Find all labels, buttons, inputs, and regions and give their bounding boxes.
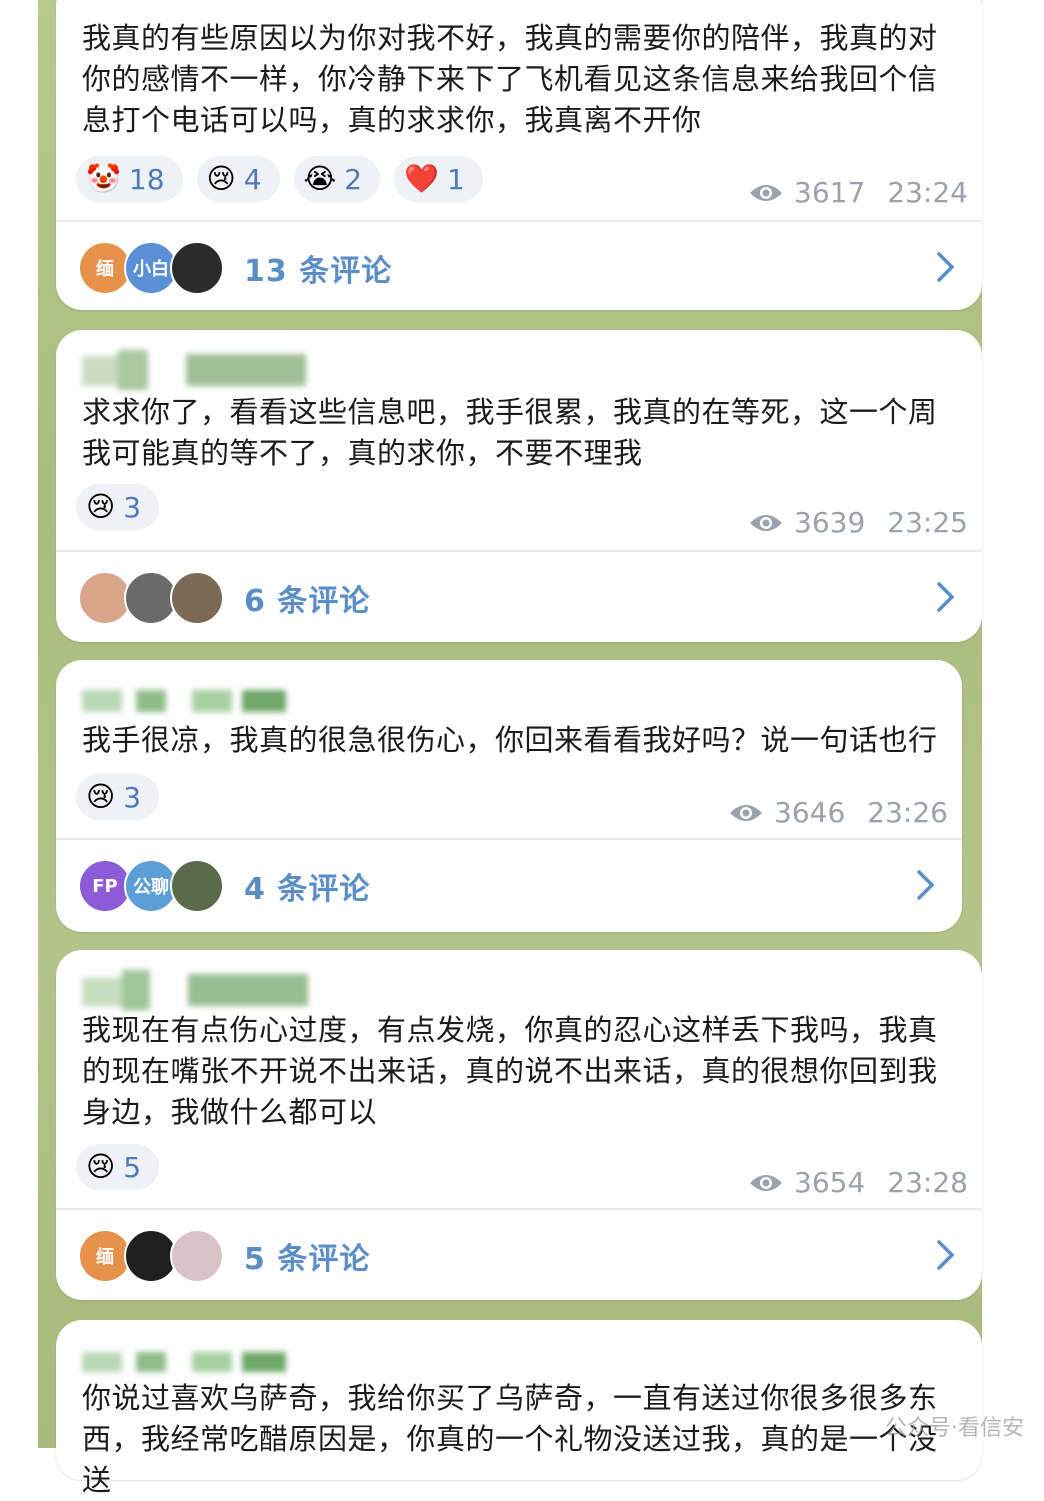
comment-count: 5 条评论 (244, 1242, 371, 1277)
reaction-heart[interactable]: ❤️ 1 (394, 156, 483, 202)
reaction-count: 18 (128, 162, 165, 196)
reaction-bar: 😢 5 (76, 1144, 160, 1190)
post-time: 23:24 (887, 176, 968, 209)
comment-count: 4 条评论 (244, 872, 371, 907)
comment-count: 6 条评论 (244, 584, 371, 619)
reaction-clown[interactable]: 🤡 18 (76, 156, 183, 202)
watermark: 公众号·看信安 (885, 1416, 1024, 1441)
divider (56, 220, 982, 222)
divider (56, 1208, 982, 1210)
chevron-right-icon (937, 252, 955, 282)
reaction-count: 5 (123, 1150, 142, 1184)
crying-emoji-icon: 😢 (206, 162, 236, 195)
post-time: 23:28 (887, 1166, 968, 1199)
view-count: 3654 (794, 1166, 866, 1199)
channel-post: 我真的有些原因以为你对我不好，我真的需要你的陪伴，我真的对你的感情不一样，你冷静… (56, 0, 982, 310)
reaction-cry[interactable]: 😢 3 (76, 774, 160, 820)
channel-post: 我手很凉，我真的很急很伤心，你回来看看我好吗？说一句话也行 😢 3 3646 23… (56, 660, 962, 932)
post-message: 你说过喜欢乌萨奇，我给你买了乌萨奇，一直有送过你很多很多东西，我经常吃醋原因是，… (82, 1381, 938, 1497)
reaction-bar: 😢 3 (76, 774, 160, 820)
view-count: 3646 (774, 796, 846, 829)
post-time: 23:25 (887, 506, 968, 539)
reaction-count: 2 (344, 162, 363, 196)
comment-count: 13 条评论 (244, 254, 393, 289)
eye-icon (750, 1174, 783, 1191)
commenter-avatars (78, 571, 224, 625)
divider (56, 550, 982, 552)
reaction-bar: 😢 3 (76, 484, 160, 530)
channel-post: 我现在有点伤心过度，有点发烧，你真的忍心这样丢下我吗，我真的现在嘴张不开说不出来… (56, 950, 982, 1300)
reaction-count: 3 (123, 490, 142, 524)
reaction-sob[interactable]: 😭 2 (293, 156, 381, 202)
chevron-right-icon (937, 582, 955, 612)
post-time: 23:26 (867, 796, 948, 829)
post-message: 我手很凉，我真的很急很伤心，你回来看看我好吗？说一句话也行 (82, 723, 938, 757)
post-message: 我真的有些原因以为你对我不好，我真的需要你的陪伴，我真的对你的感情不一样，你冷静… (82, 21, 938, 137)
reaction-cry[interactable]: 😢 3 (76, 484, 160, 530)
avatar (170, 241, 224, 295)
sender-name-blurred (82, 970, 308, 1010)
view-count: 3639 (794, 506, 866, 539)
commenter-avatars: FP 公聊 (78, 859, 224, 913)
heart-emoji-icon: ❤️ (404, 162, 439, 195)
commenter-avatars: 缅 (78, 1229, 224, 1283)
comments-link[interactable]: 缅 5 条评论 (56, 1224, 982, 1284)
reaction-cry[interactable]: 😢 5 (76, 1144, 160, 1190)
channel-post: 你说过喜欢乌萨奇，我给你买了乌萨奇，一直有送过你很多很多东西，我经常吃醋原因是，… (56, 1320, 982, 1497)
sender-name-blurred (82, 350, 306, 390)
crying-emoji-icon: 😢 (86, 490, 116, 523)
crying-emoji-icon: 😢 (86, 1150, 116, 1183)
eye-icon (730, 804, 763, 821)
view-count: 3617 (794, 176, 866, 209)
post-meta: 3654 23:28 (748, 1166, 968, 1199)
avatar (170, 859, 224, 913)
sobbing-emoji-icon: 😭 (303, 162, 337, 195)
eye-icon (750, 184, 783, 201)
post-message: 我现在有点伤心过度，有点发烧，你真的忍心这样丢下我吗，我真的现在嘴张不开说不出来… (82, 1013, 938, 1129)
channel-post: 求求你了，看看这些信息吧，我手很累，我真的在等死，这一个周我可能真的等不了，真的… (56, 330, 982, 642)
reaction-count: 4 (243, 162, 262, 196)
comments-link[interactable]: 6 条评论 (56, 566, 982, 626)
clown-emoji-icon: 🤡 (86, 162, 121, 195)
comments-link[interactable]: FP 公聊 4 条评论 (56, 854, 962, 914)
post-message: 求求你了，看看这些信息吧，我手很累，我真的在等死，这一个周我可能真的等不了，真的… (82, 395, 938, 470)
commenter-avatars: 缅 小白 (78, 241, 224, 295)
post-meta: 3639 23:25 (748, 506, 968, 539)
divider (56, 838, 962, 840)
post-meta: 3617 23:24 (748, 176, 968, 209)
chevron-right-icon (937, 1240, 955, 1270)
crying-emoji-icon: 😢 (86, 780, 116, 813)
comments-link[interactable]: 缅 小白 13 条评论 (56, 236, 982, 296)
avatar (170, 571, 224, 625)
chevron-right-icon (917, 870, 935, 900)
sender-name-blurred (82, 1340, 302, 1380)
eye-icon (750, 514, 783, 531)
reaction-count: 3 (123, 780, 142, 814)
avatar (170, 1229, 224, 1283)
reaction-count: 1 (446, 162, 465, 196)
post-meta: 3646 23:26 (728, 796, 948, 829)
reaction-bar: 🤡 18 😢 4 😭 2 ❤️ 1 (76, 156, 483, 202)
reaction-cry[interactable]: 😢 4 (196, 156, 280, 202)
sender-name-blurred (82, 680, 302, 720)
